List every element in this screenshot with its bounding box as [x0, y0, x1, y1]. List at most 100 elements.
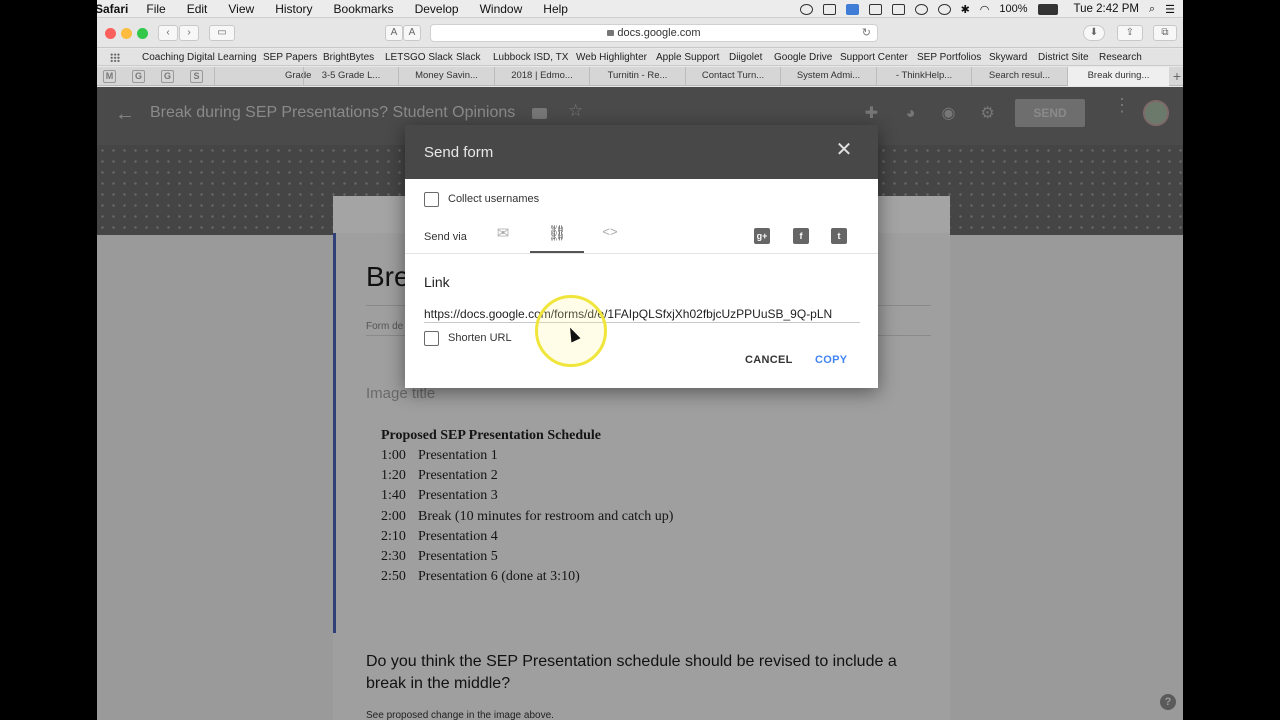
browser-tab[interactable]: Turnitin - Re... — [589, 67, 685, 86]
pinned-tab-slack[interactable]: S — [190, 70, 203, 83]
notification-center-icon[interactable]: ☰ — [1165, 3, 1175, 16]
palette-icon[interactable]: ◕ — [902, 105, 919, 122]
screenshot-icon[interactable] — [822, 3, 836, 15]
volume-icon[interactable] — [937, 3, 951, 15]
menu-file[interactable]: File — [146, 2, 165, 16]
new-tab-button[interactable]: + — [1173, 68, 1181, 84]
share-button[interactable]: ⇪ — [1117, 25, 1143, 41]
wifi-icon[interactable]: ◠ — [980, 3, 990, 16]
lock-icon — [607, 30, 615, 36]
tabs-overview-button[interactable]: ⧉ — [1153, 25, 1177, 41]
bookmark-item[interactable]: Support Center — [840, 52, 908, 63]
twitter-icon[interactable]: t — [831, 228, 847, 244]
close-icon[interactable]: ✕ — [835, 140, 853, 160]
bookmark-item[interactable]: Apple Support — [656, 52, 719, 63]
help-icon[interactable]: ? — [1160, 694, 1176, 710]
back-arrow-icon[interactable]: ← — [115, 103, 135, 126]
pinned-tab-google[interactable]: G — [161, 70, 174, 83]
top-sites-grid-icon[interactable] — [110, 53, 120, 62]
bookmark-item[interactable]: Coaching Digital Learning — [142, 52, 257, 63]
browser-tab[interactable]: Money Savin... — [398, 67, 494, 86]
link-url-field[interactable] — [424, 305, 860, 323]
cancel-button[interactable]: CANCEL — [745, 354, 793, 366]
browser-tab[interactable]: Contact Turn... — [685, 67, 780, 86]
zoom-window-button[interactable] — [137, 28, 148, 39]
settings-gear-icon[interactable]: ⚙ — [979, 105, 996, 122]
status-area: ✱ ◠ 100% Tue 2:42 PM ⌕ ☰ — [799, 0, 1183, 18]
back-button[interactable]: ‹ — [158, 25, 178, 41]
menu-history[interactable]: History — [275, 2, 312, 16]
email-icon[interactable]: ✉ — [493, 224, 513, 242]
google-plus-icon[interactable]: g+ — [754, 228, 770, 244]
folder-icon[interactable] — [532, 108, 547, 119]
bookmark-item[interactable]: Skyward — [989, 52, 1027, 63]
address-bar[interactable]: docs.google.com ↻ — [430, 24, 878, 42]
time-machine-icon[interactable] — [914, 3, 928, 15]
bookmark-item[interactable]: Lubbock ISD, TX — [493, 52, 568, 63]
text-smaller-button[interactable]: A — [385, 25, 403, 41]
schedule-label: Break (10 minutes for restroom and catch… — [418, 508, 674, 524]
embed-icon[interactable]: <> — [600, 224, 620, 242]
form-title[interactable]: Break during SEP Presentations? Student … — [150, 104, 515, 122]
app-status-icon[interactable] — [845, 3, 859, 15]
menu-help[interactable]: Help — [543, 2, 568, 16]
sidebar-button[interactable]: ▭ — [209, 25, 235, 41]
form-description-field[interactable]: Form de — [366, 321, 403, 332]
downloads-button[interactable]: ⬇ — [1083, 25, 1105, 41]
schedule-time: 1:20 — [381, 468, 406, 484]
display-icon[interactable] — [868, 3, 882, 15]
schedule-label: Presentation 1 — [418, 448, 498, 463]
browser-tab[interactable]: System Admi... — [780, 67, 876, 86]
menu-view[interactable]: View — [228, 2, 254, 16]
collect-usernames-label[interactable]: Collect usernames — [448, 193, 539, 205]
bluetooth-icon[interactable]: ✱ — [961, 3, 970, 16]
addons-icon[interactable]: ✚ — [863, 105, 880, 122]
menu-bookmarks[interactable]: Bookmarks — [334, 2, 394, 16]
bookmark-item[interactable]: District Site — [1038, 52, 1089, 63]
shorten-url-checkbox[interactable] — [424, 331, 439, 346]
bookmark-item[interactable]: LETSGO Slack — [385, 52, 453, 63]
text-larger-button[interactable]: A — [403, 25, 421, 41]
menubar-clock[interactable]: Tue 2:42 PM — [1074, 3, 1139, 15]
forward-button[interactable]: › — [179, 25, 199, 41]
form-title-field[interactable]: Bre — [366, 261, 410, 293]
app-menu[interactable]: Safari — [97, 2, 128, 16]
bookmark-item[interactable]: SEP Portfolios — [917, 52, 981, 63]
menu-window[interactable]: Window — [480, 2, 523, 16]
pinned-tab-gmail[interactable]: M — [103, 70, 116, 83]
browser-tab[interactable]: 2018 | Edmo... — [494, 67, 589, 86]
copy-button[interactable]: COPY — [815, 354, 847, 366]
minimize-window-button[interactable] — [121, 28, 132, 39]
star-icon[interactable]: ☆ — [568, 101, 583, 121]
send-button[interactable]: SEND — [1015, 99, 1085, 127]
reload-icon[interactable]: ↻ — [862, 25, 871, 41]
bookmark-item[interactable]: Web Highlighter — [576, 52, 647, 63]
bookmark-item[interactable]: Diigolet — [729, 52, 762, 63]
browser-tab[interactable]: Search resul... — [971, 67, 1067, 86]
bookmark-item[interactable]: Slack — [456, 52, 480, 63]
collect-usernames-checkbox[interactable] — [424, 192, 439, 207]
avatar[interactable] — [1143, 100, 1169, 126]
shorten-url-label[interactable]: Shorten URL — [448, 332, 512, 344]
menu-edit[interactable]: Edit — [187, 2, 208, 16]
question-description[interactable]: See proposed change in the image above. — [366, 710, 554, 720]
browser-tab[interactable]: 3-5 Grade L... — [303, 67, 398, 86]
menu-develop[interactable]: Develop — [415, 2, 459, 16]
bookmark-item[interactable]: Google Drive — [774, 52, 832, 63]
link-icon[interactable]: ⛓ — [547, 224, 567, 242]
spotlight-icon[interactable]: ⌕ — [1149, 3, 1155, 16]
preview-eye-icon[interactable]: ◉ — [940, 105, 957, 122]
question-title[interactable]: Do you think the SEP Presentation schedu… — [366, 651, 941, 695]
record-icon[interactable] — [799, 3, 813, 15]
bookmark-item[interactable]: BrightBytes — [323, 52, 374, 63]
browser-tab-active[interactable]: Break during... — [1067, 67, 1169, 86]
airplay-icon[interactable] — [891, 3, 905, 15]
pinned-tab-google[interactable]: G — [132, 70, 145, 83]
facebook-icon[interactable]: f — [793, 228, 809, 244]
bookmark-item[interactable]: SEP Papers — [263, 52, 317, 63]
close-window-button[interactable] — [105, 28, 116, 39]
bookmark-item[interactable]: Research — [1099, 52, 1142, 63]
battery-icon[interactable] — [1037, 3, 1058, 15]
browser-tab[interactable]: - ThinkHelp... — [876, 67, 971, 86]
more-options-icon[interactable]: ⋮ — [1113, 96, 1131, 114]
